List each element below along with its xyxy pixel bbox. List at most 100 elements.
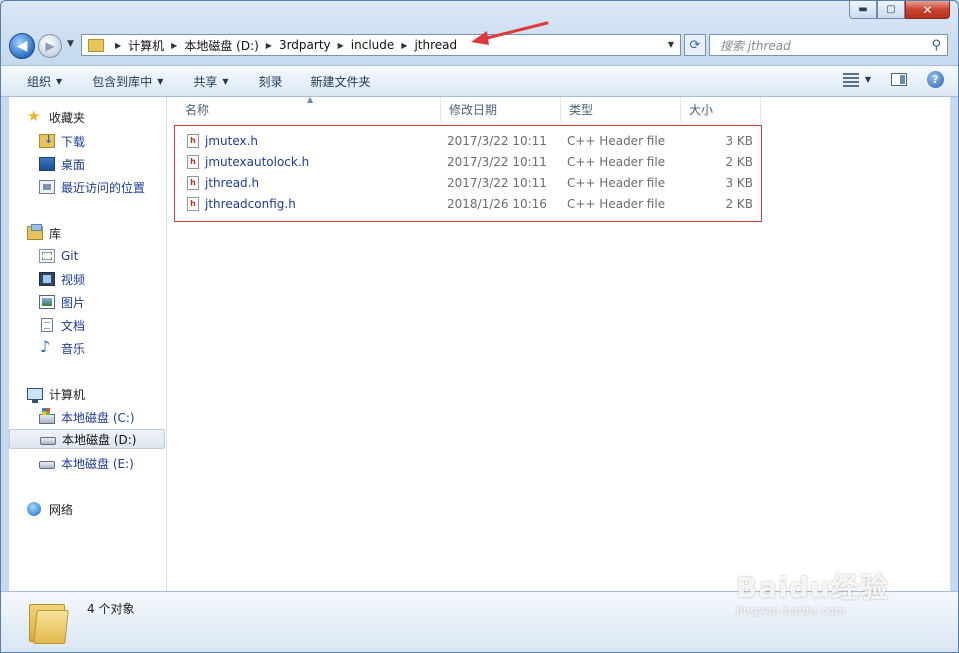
file-modified: 2018/1/26 10:16 — [447, 197, 547, 211]
sidebar-item-drive-e[interactable]: 本地磁盘 (E:) — [39, 453, 134, 473]
view-options-dropdown-icon[interactable]: ▼ — [865, 75, 871, 84]
file-size: 2 KB — [725, 197, 753, 211]
include-in-library-label: 包含到库中 — [92, 74, 153, 89]
sidebar-item-pictures[interactable]: 图片 — [39, 292, 85, 312]
file-modified: 2017/3/22 10:11 — [447, 176, 547, 190]
sidebar-item-label: 图片 — [61, 295, 86, 310]
minimize-button[interactable]: ▬ — [849, 1, 877, 19]
maximize-button[interactable]: ▢ — [877, 1, 905, 19]
column-header-name[interactable]: 名称 — [177, 97, 441, 122]
file-name-cell[interactable]: h jmutex.h — [187, 134, 258, 148]
breadcrumb-computer[interactable]: 计算机 — [128, 37, 164, 54]
column-header-label: 类型 — [569, 103, 594, 117]
column-header-modified[interactable]: 修改日期 — [441, 97, 561, 122]
breadcrumb-separator-icon[interactable]: ▶ — [401, 41, 407, 50]
sidebar-item-recent-places[interactable]: 最近访问的位置 — [39, 177, 145, 197]
breadcrumb-separator-icon[interactable]: ▶ — [338, 41, 344, 50]
table-row[interactable]: h jmutex.h 2017/3/22 10:11 C++ Header fi… — [179, 131, 759, 152]
forward-button[interactable]: ▶ — [38, 34, 62, 58]
column-header-label: 修改日期 — [449, 103, 498, 117]
sidebar-libraries[interactable]: 库 — [27, 223, 61, 243]
address-bar[interactable]: ▶ 计算机 ▶ 本地磁盘 (D:) ▶ 3rdparty ▶ include ▶… — [81, 34, 681, 56]
refresh-button[interactable]: ⟳ — [684, 34, 706, 56]
organize-menu[interactable]: 组织 ▼ — [27, 73, 62, 90]
breadcrumb-3rdparty[interactable]: 3rdparty — [279, 38, 331, 52]
header-file-icon: h — [187, 134, 199, 148]
back-button[interactable]: ◀ — [9, 33, 35, 59]
recent-pages-dropdown-icon[interactable]: ▼ — [67, 39, 74, 49]
file-name: jmutex.h — [205, 134, 259, 148]
folder-icon — [29, 600, 69, 644]
organize-label: 组织 — [27, 74, 52, 89]
table-row[interactable]: h jthreadconfig.h 2018/1/26 10:16 C++ He… — [179, 194, 759, 215]
git-library-icon — [39, 249, 55, 263]
breadcrumb-jthread[interactable]: jthread — [414, 38, 457, 52]
help-icon[interactable]: ? — [927, 71, 944, 88]
sidebar-item-label: 桌面 — [61, 157, 86, 172]
sidebar-item-downloads[interactable]: 下载 — [39, 131, 85, 151]
sidebar-item-label: 下载 — [61, 134, 86, 149]
table-row[interactable]: h jmutexautolock.h 2017/3/22 10:11 C++ H… — [179, 152, 759, 173]
navigation-pane: 收藏夹 下载 桌面 最近访问的位置 库 Git 视频 图片 — [9, 97, 167, 591]
folder-icon — [88, 38, 104, 52]
address-dropdown-icon[interactable]: ▼ — [668, 40, 674, 49]
breadcrumb-separator-icon[interactable]: ▶ — [266, 41, 272, 50]
sidebar-item-drive-c[interactable]: 本地磁盘 (C:) — [39, 407, 135, 427]
file-type: C++ Header file — [567, 155, 666, 169]
file-name: jthread.h — [205, 176, 260, 190]
watermark: Baidu经验 jingyan.baidu.com — [736, 566, 889, 617]
share-menu[interactable]: 共享 ▼ — [193, 73, 228, 90]
breadcrumb-separator-icon[interactable]: ▶ — [115, 41, 121, 50]
search-input[interactable] — [718, 36, 922, 56]
sidebar-item-git[interactable]: Git — [39, 246, 78, 266]
header-file-icon: h — [187, 176, 199, 190]
pictures-icon — [39, 295, 55, 309]
column-header-size[interactable]: 大小 — [681, 97, 761, 122]
explorer-window: ▬ ▢ ✕ ◀ ▶ ▼ ▶ 计算机 ▶ 本地磁盘 (D:) ▶ 3rdparty… — [0, 0, 959, 653]
breadcrumb-separator-icon[interactable]: ▶ — [171, 41, 177, 50]
file-name-cell[interactable]: h jmutexautolock.h — [187, 155, 309, 169]
annotation-arrow-icon — [471, 21, 549, 45]
share-label: 共享 — [193, 74, 218, 89]
sidebar-item-label: 本地磁盘 (D:) — [62, 432, 137, 447]
video-icon — [39, 272, 55, 286]
breadcrumb-drive-d[interactable]: 本地磁盘 (D:) — [184, 37, 258, 54]
include-in-library-menu[interactable]: 包含到库中 ▼ — [92, 73, 163, 90]
drive-icon — [40, 437, 56, 445]
sidebar-item-desktop[interactable]: 桌面 — [39, 154, 85, 174]
table-row[interactable]: h jthread.h 2017/3/22 10:11 C++ Header f… — [179, 173, 759, 194]
new-folder-label: 新建文件夹 — [310, 74, 371, 89]
sidebar-favorites[interactable]: 收藏夹 — [27, 107, 85, 127]
watermark-logo: Baidu经验 — [736, 571, 889, 604]
music-icon — [39, 337, 55, 356]
sidebar-network-label: 网络 — [49, 502, 74, 517]
breadcrumb-include[interactable]: include — [351, 38, 394, 52]
search-icon[interactable]: ⚲ — [931, 38, 941, 53]
star-icon — [27, 107, 43, 125]
preview-pane-icon[interactable] — [891, 73, 907, 86]
sidebar-item-music[interactable]: 音乐 — [39, 337, 85, 358]
sidebar-computer-label: 计算机 — [49, 387, 86, 402]
sidebar-network[interactable]: 网络 — [27, 499, 73, 519]
file-name: jmutexautolock.h — [205, 155, 310, 169]
search-box[interactable]: ⚲ — [709, 34, 948, 56]
new-folder-button[interactable]: 新建文件夹 — [311, 73, 371, 90]
sidebar-item-documents[interactable]: 文档 — [39, 315, 85, 335]
change-view-icon[interactable] — [842, 72, 859, 87]
sidebar-favorites-label: 收藏夹 — [49, 110, 86, 125]
column-header-type[interactable]: 类型 — [561, 97, 681, 122]
file-list: ▲ 名称 修改日期 类型 大小 h jmutex.h 2017/3/22 10:… — [167, 97, 950, 591]
sidebar-computer[interactable]: 计算机 — [27, 384, 85, 404]
caption-buttons: ▬ ▢ ✕ — [849, 1, 950, 19]
command-bar: 组织 ▼ 包含到库中 ▼ 共享 ▼ 刻录 新建文件夹 ▼ ? — [1, 65, 958, 97]
drive-icon — [39, 461, 55, 469]
sidebar-item-videos[interactable]: 视频 — [39, 269, 85, 289]
toolbar-right-group: ▼ ? — [842, 71, 944, 88]
network-icon — [27, 502, 41, 516]
sidebar-item-label: 视频 — [61, 272, 86, 287]
file-name-cell[interactable]: h jthreadconfig.h — [187, 197, 296, 211]
file-name-cell[interactable]: h jthread.h — [187, 176, 259, 190]
sidebar-item-drive-d[interactable]: 本地磁盘 (D:) — [9, 429, 165, 449]
close-button[interactable]: ✕ — [905, 1, 950, 19]
burn-button[interactable]: 刻录 — [259, 73, 283, 90]
